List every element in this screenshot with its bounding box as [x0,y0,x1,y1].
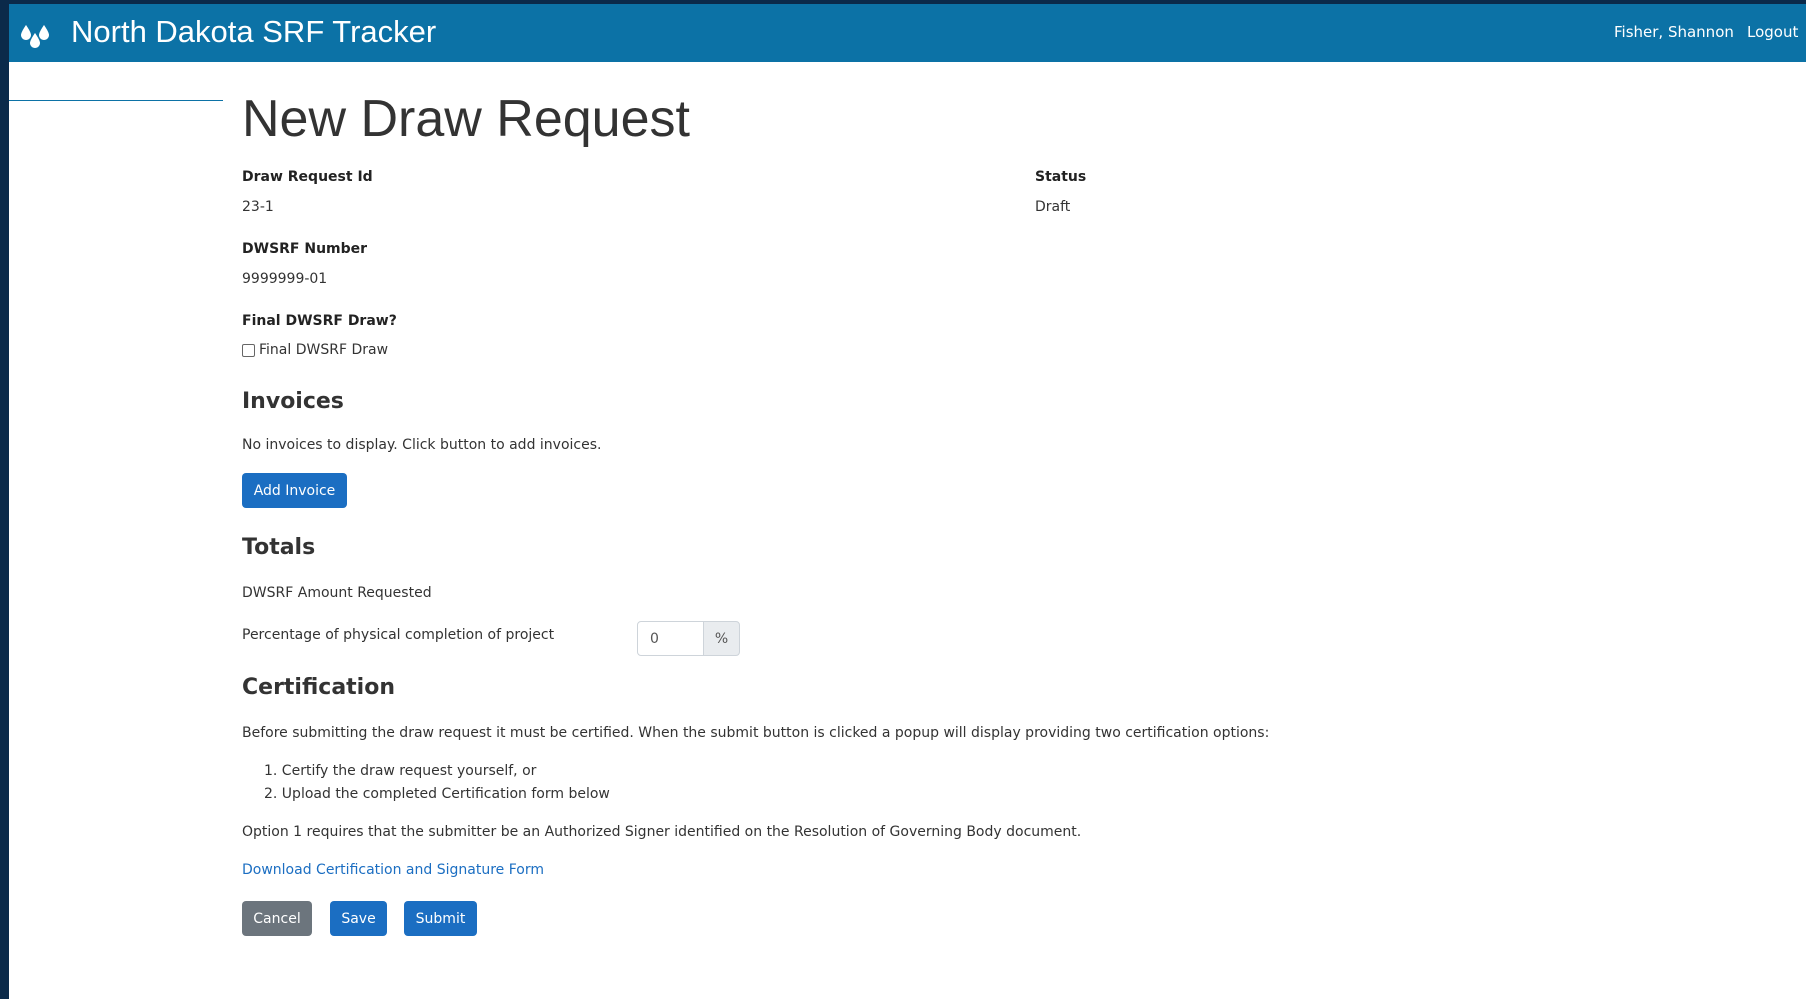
invoices-heading: Invoices [242,389,344,414]
status-label: Status [1035,169,1087,185]
dwsrf-number-label: DWSRF Number [242,241,368,257]
certification-option-1: 1. Certify the draw request yourself, or [264,763,537,779]
invoices-empty-message: No invoices to display. Click button to … [242,437,602,453]
page-title: New Draw Request [242,90,690,148]
save-button[interactable]: Save [330,901,387,936]
water-drops-icon [21,25,49,48]
app-title[interactable]: North Dakota SRF Tracker [71,14,436,50]
download-certification-link[interactable]: Download Certification and Signature For… [242,862,544,878]
sidebar-divider [9,100,223,101]
top-navbar: North Dakota SRF Tracker Fisher, Shannon… [9,4,1806,62]
app-window: North Dakota SRF Tracker Fisher, Shannon… [9,4,1806,999]
submit-button[interactable]: Submit [404,901,477,936]
certification-heading: Certification [242,675,396,700]
draw-request-id-label: Draw Request Id [242,169,373,185]
status-value: Draft [1035,199,1071,215]
completion-input[interactable] [637,621,704,656]
final-draw-label: Final DWSRF Draw? [242,313,397,329]
totals-heading: Totals [242,535,316,560]
certification-option-2: 2. Upload the completed Certification fo… [264,786,610,802]
percent-addon: % [703,621,740,656]
cancel-button[interactable]: Cancel [242,901,312,936]
logout-link[interactable]: Logout [1747,23,1798,41]
completion-label: Percentage of physical completion of pro… [242,627,555,643]
draw-request-id-value: 23-1 [242,199,274,215]
add-invoice-button[interactable]: Add Invoice [242,473,347,508]
amount-requested-label: DWSRF Amount Requested [242,585,432,601]
certification-note: Option 1 requires that the submitter be … [242,824,1082,840]
certification-intro: Before submitting the draw request it mu… [242,725,1270,741]
final-draw-checkbox-label[interactable]: Final DWSRF Draw [259,342,388,358]
dwsrf-number-value: 9999999-01 [242,271,328,287]
user-name[interactable]: Fisher, Shannon [1614,23,1734,41]
final-draw-checkbox[interactable] [242,344,255,357]
